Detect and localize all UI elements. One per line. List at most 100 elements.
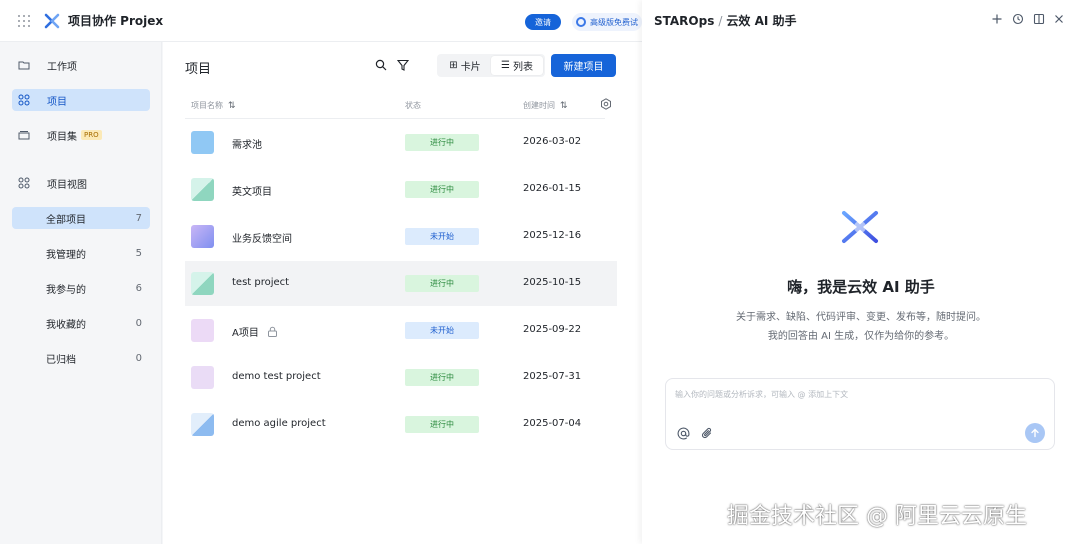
- status-badge: 进行中: [405, 181, 479, 198]
- sidebar-item-label: 项目集: [47, 131, 77, 143]
- project-name[interactable]: 需求池: [232, 136, 262, 151]
- table-row[interactable]: 英文项目 进行中 2026-01-15: [185, 167, 617, 212]
- project-list-main: 项目 ⊞ 卡片 ☰ 列表 新建项目 项目名称 ⇅ 状态 创建时间 ⇅ 需求池 进…: [163, 42, 642, 544]
- project-thumbnail: [191, 178, 214, 201]
- column-header-status: 状态: [405, 100, 421, 111]
- ai-assistant-logo-icon: [836, 206, 884, 248]
- project-thumbnail: [191, 366, 214, 389]
- view-grid-icon: [18, 177, 30, 189]
- table-row[interactable]: A项目 未开始 2025-09-22: [185, 308, 617, 353]
- project-name[interactable]: test project: [232, 277, 289, 288]
- project-name[interactable]: A项目: [232, 324, 278, 339]
- sort-icon[interactable]: ⇅: [228, 101, 236, 111]
- sidebar-item-label: 工作项: [47, 61, 77, 73]
- project-name-text: demo agile project: [232, 418, 326, 429]
- view-label: 已归档: [46, 354, 76, 366]
- status-badge: 进行中: [405, 275, 479, 292]
- status-badge: 进行中: [405, 369, 479, 386]
- project-name-text: 英文项目: [232, 187, 272, 198]
- search-icon[interactable]: [375, 59, 387, 71]
- list-view-button[interactable]: ☰ 列表: [491, 56, 543, 75]
- created-date: 2025-10-15: [523, 277, 582, 288]
- page-title: 项目: [185, 62, 212, 77]
- history-icon[interactable]: [1012, 13, 1024, 25]
- sidebar-item-work-items[interactable]: 工作项: [12, 54, 150, 76]
- view-count: 0: [135, 352, 142, 364]
- invite-button[interactable]: 邀请: [525, 14, 561, 30]
- column-settings-icon[interactable]: [600, 98, 612, 110]
- column-header-label: 状态: [405, 101, 421, 110]
- created-date: 2026-03-02: [523, 136, 582, 147]
- project-name[interactable]: demo agile project: [232, 418, 326, 429]
- send-button[interactable]: [1025, 423, 1045, 443]
- upgrade-label: 高级版免费试: [590, 17, 638, 27]
- project-name-text: A项目: [232, 328, 259, 339]
- status-badge: 进行中: [405, 416, 479, 433]
- created-date: 2026-01-15: [523, 183, 582, 194]
- list-view-label: 列表: [512, 62, 533, 73]
- created-date: 2025-12-16: [523, 230, 582, 241]
- upgrade-icon: [576, 17, 586, 27]
- table-row[interactable]: 业务反馈空间 未开始 2025-12-16: [185, 214, 617, 259]
- projects-grid-icon: [18, 94, 30, 106]
- title-separator: /: [718, 13, 723, 28]
- view-count: 7: [135, 212, 142, 224]
- filter-icon[interactable]: [397, 59, 409, 71]
- status-badge: 未开始: [405, 322, 479, 339]
- sidebar-view-all-projects[interactable]: 全部项目 7: [12, 207, 150, 229]
- folder-icon: [18, 61, 30, 70]
- status-badge: 进行中: [405, 134, 479, 151]
- app-title: 项目协作 Projex: [68, 14, 164, 28]
- project-name[interactable]: 业务反馈空间: [232, 230, 292, 245]
- table-row[interactable]: demo test project 进行中 2025-07-31: [185, 355, 617, 400]
- sidebar-view-participated[interactable]: 我参与的 6: [12, 277, 150, 299]
- table-header-divider: [185, 118, 605, 119]
- sidebar-item-label: 项目视图: [47, 179, 87, 191]
- view-count: 6: [135, 282, 142, 294]
- card-view-button[interactable]: ⊞ 卡片: [439, 56, 491, 75]
- sidebar-view-archived[interactable]: 已归档 0: [12, 347, 150, 369]
- table-row[interactable]: 需求池 进行中 2026-03-02: [185, 120, 617, 165]
- column-header-name[interactable]: 项目名称 ⇅: [191, 100, 236, 111]
- view-label: 我收藏的: [46, 319, 86, 331]
- project-name[interactable]: 英文项目: [232, 183, 272, 198]
- app-grid-icon[interactable]: [18, 14, 30, 27]
- table-row[interactable]: test project 进行中 2025-10-15: [185, 261, 617, 306]
- column-header-label: 创建时间: [523, 101, 555, 110]
- project-name-text: test project: [232, 277, 290, 288]
- split-view-icon[interactable]: [1033, 13, 1045, 25]
- projex-logo-icon: [44, 13, 60, 28]
- assistant-description-line2: 我的回答由 AI 生成，仅作为给你的参考。: [767, 331, 955, 342]
- sort-icon[interactable]: ⇅: [560, 101, 568, 111]
- lock-icon: [267, 326, 277, 337]
- project-thumbnail: [191, 131, 214, 154]
- project-name-text: 业务反馈空间: [232, 234, 292, 245]
- sidebar-view-managed[interactable]: 我管理的 5: [12, 242, 150, 264]
- view-label: 全部项目: [46, 214, 86, 226]
- close-icon[interactable]: [1053, 13, 1065, 25]
- mention-at-icon[interactable]: [677, 427, 690, 440]
- plus-icon[interactable]: [991, 13, 1003, 25]
- watermark: 掘金技术社区 @ 阿里云云原生: [727, 504, 1027, 529]
- panel-brand: STAROps: [654, 13, 715, 28]
- upgrade-trial-button[interactable]: 高级版免费试: [572, 13, 642, 31]
- column-header-created[interactable]: 创建时间 ⇅: [523, 100, 568, 111]
- new-project-button[interactable]: 新建项目: [551, 54, 616, 77]
- panel-title: STAROps / 云效 AI 助手: [654, 12, 797, 29]
- arrow-up-icon: [1031, 428, 1039, 438]
- view-count: 5: [135, 247, 142, 259]
- card-view-label: 卡片: [460, 62, 481, 73]
- attachment-icon[interactable]: [701, 427, 714, 440]
- sidebar-item-program[interactable]: 项目集 PRO: [12, 124, 150, 146]
- chat-composer: [665, 378, 1055, 450]
- chat-input[interactable]: [675, 389, 1045, 407]
- created-date: 2025-07-04: [523, 418, 582, 429]
- view-label: 我管理的: [46, 249, 86, 261]
- table-row[interactable]: demo agile project 进行中 2025-07-04: [185, 402, 617, 447]
- sidebar-view-favorites[interactable]: 我收藏的 0: [12, 312, 150, 334]
- sidebar-item-projects[interactable]: 项目: [12, 89, 150, 111]
- panel-title-text: 云效 AI 助手: [726, 14, 797, 28]
- project-name[interactable]: demo test project: [232, 371, 321, 382]
- sidebar-section-project-views: 项目视图: [12, 172, 150, 194]
- assistant-description-line1: 关于需求、缺陷、代码评审、变更、发布等，随时提问。: [736, 312, 986, 323]
